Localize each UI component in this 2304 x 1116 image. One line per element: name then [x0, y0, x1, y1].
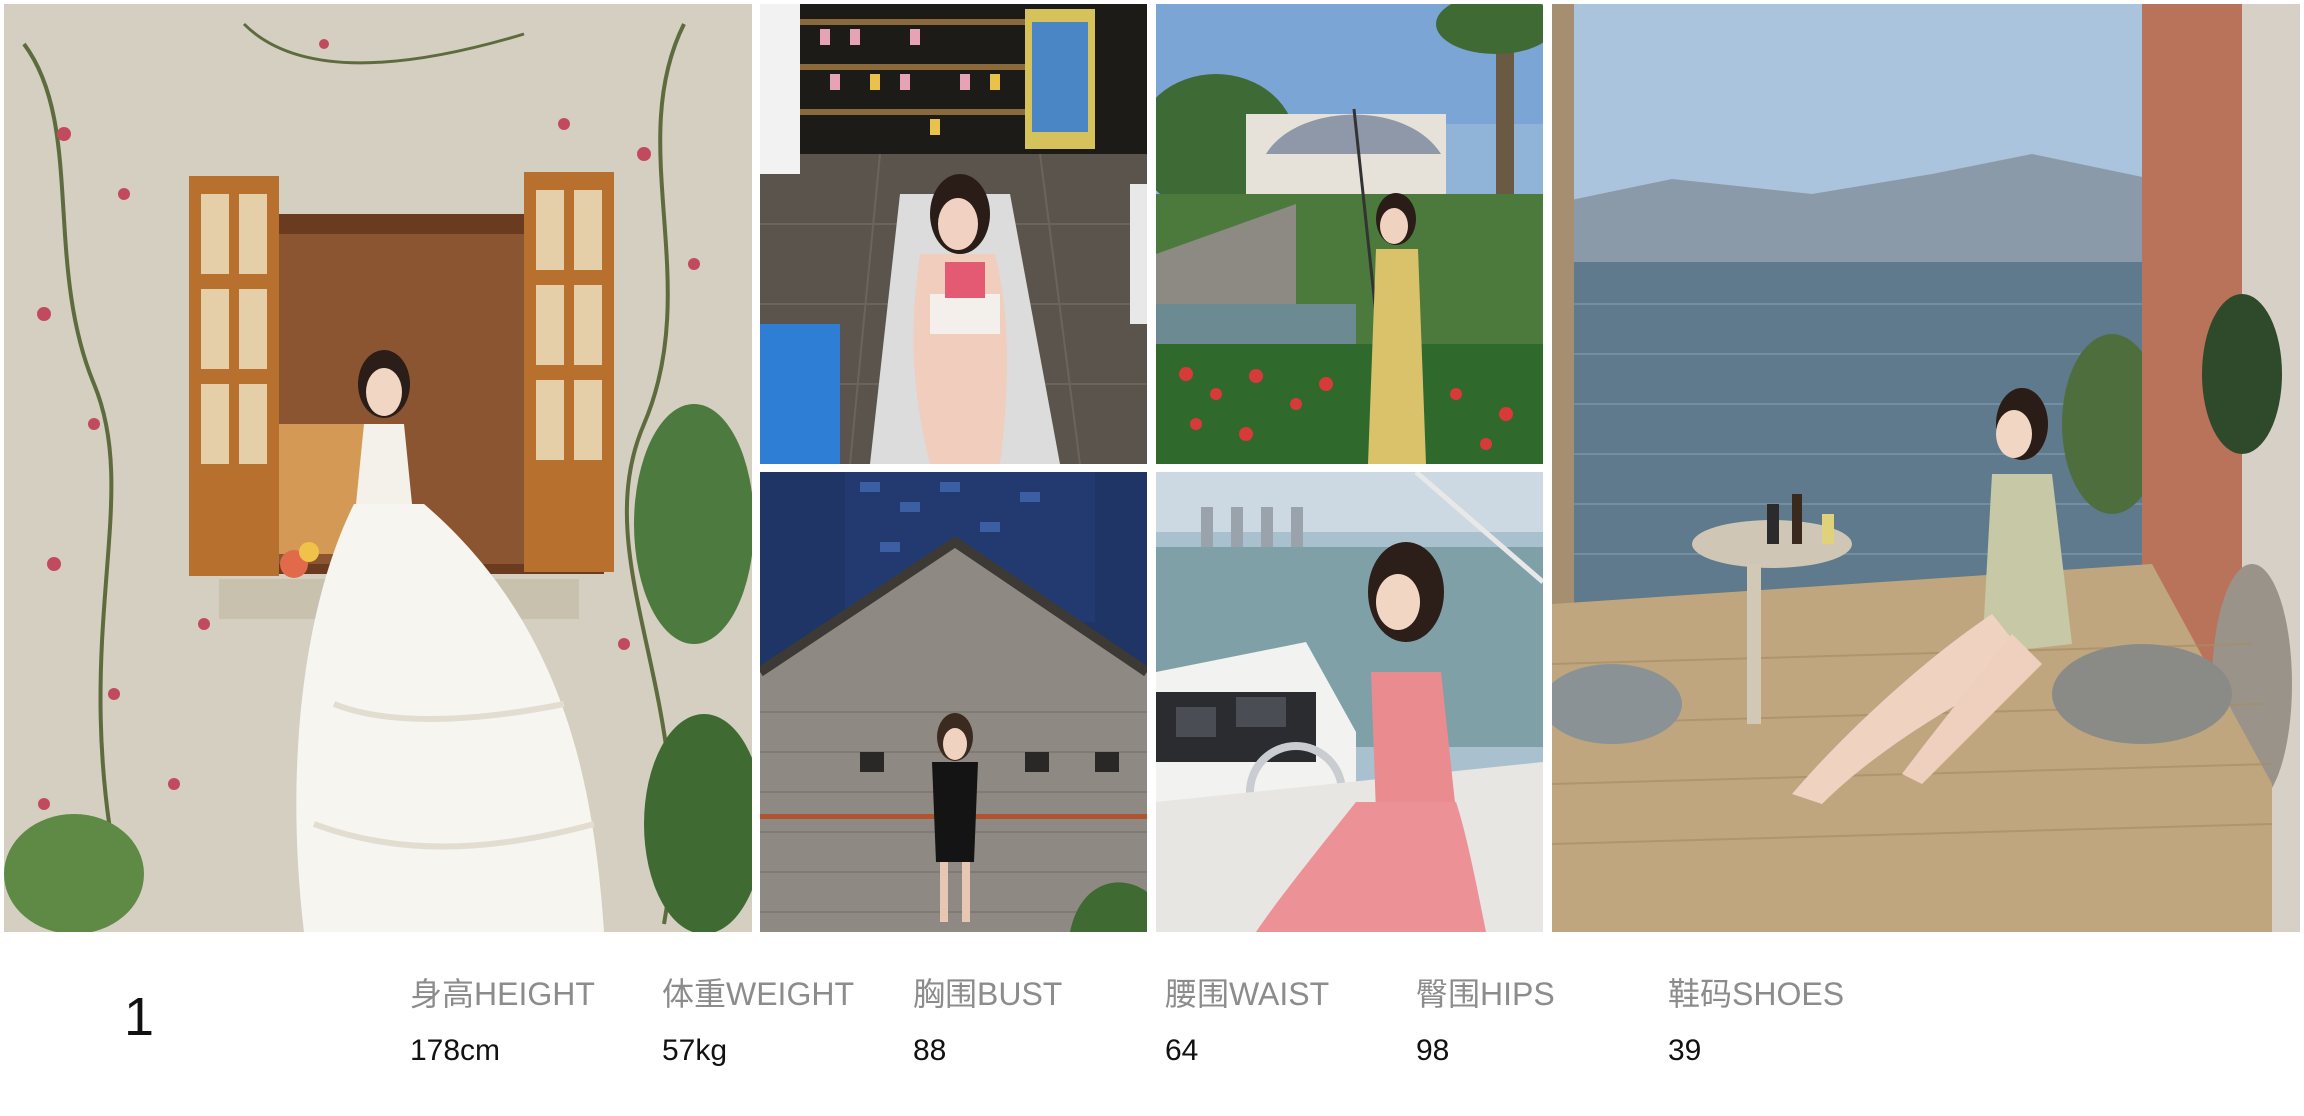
stat-bust-label: 胸围BUST: [913, 976, 1063, 1012]
photo-night-lounge[interactable]: [760, 4, 1147, 464]
stat-bust: 胸围BUST 88: [913, 976, 1062, 1068]
stat-hips: 臀围HIPS 98: [1416, 976, 1555, 1068]
photo-yacht-helm[interactable]: [1156, 472, 1543, 932]
model-number: 1: [124, 987, 155, 1047]
stat-bust-value: 88: [913, 1034, 947, 1067]
photo-brick-house[interactable]: [760, 472, 1147, 932]
photo-yacht-helm-image: [1156, 472, 1543, 932]
photo-night-lounge-image: [760, 4, 1147, 464]
stat-weight: 体重WEIGHT 57kg: [662, 976, 854, 1068]
stat-waist: 腰围WAIST 64: [1165, 976, 1329, 1068]
photo-brick-house-image: [760, 472, 1147, 932]
stat-weight-label: 体重WEIGHT: [662, 976, 854, 1012]
stat-shoes-label: 鞋码SHOES: [1668, 976, 1845, 1012]
photo-wedding-dress-image: [4, 4, 752, 932]
stat-waist-label: 腰围WAIST: [1165, 976, 1330, 1012]
stat-weight-value: 57kg: [662, 1034, 728, 1067]
stat-hips-value: 98: [1416, 1034, 1450, 1067]
stat-height: 身高HEIGHT 178cm: [410, 976, 595, 1068]
photo-lake-terrace-image: [1552, 4, 2300, 932]
stat-shoes-value: 39: [1668, 1034, 1702, 1067]
photo-garden-umbrella-image: [1156, 4, 1543, 464]
photo-garden-umbrella[interactable]: [1156, 4, 1543, 464]
stat-height-value: 178cm: [410, 1034, 501, 1067]
stat-shoes: 鞋码SHOES 39: [1668, 976, 1844, 1068]
stat-height-label: 身高HEIGHT: [410, 976, 595, 1012]
photo-wedding-dress[interactable]: [4, 4, 752, 932]
stat-hips-label: 臀围HIPS: [1416, 976, 1555, 1012]
stat-waist-value: 64: [1165, 1034, 1199, 1067]
photo-lake-terrace[interactable]: [1552, 4, 2300, 932]
